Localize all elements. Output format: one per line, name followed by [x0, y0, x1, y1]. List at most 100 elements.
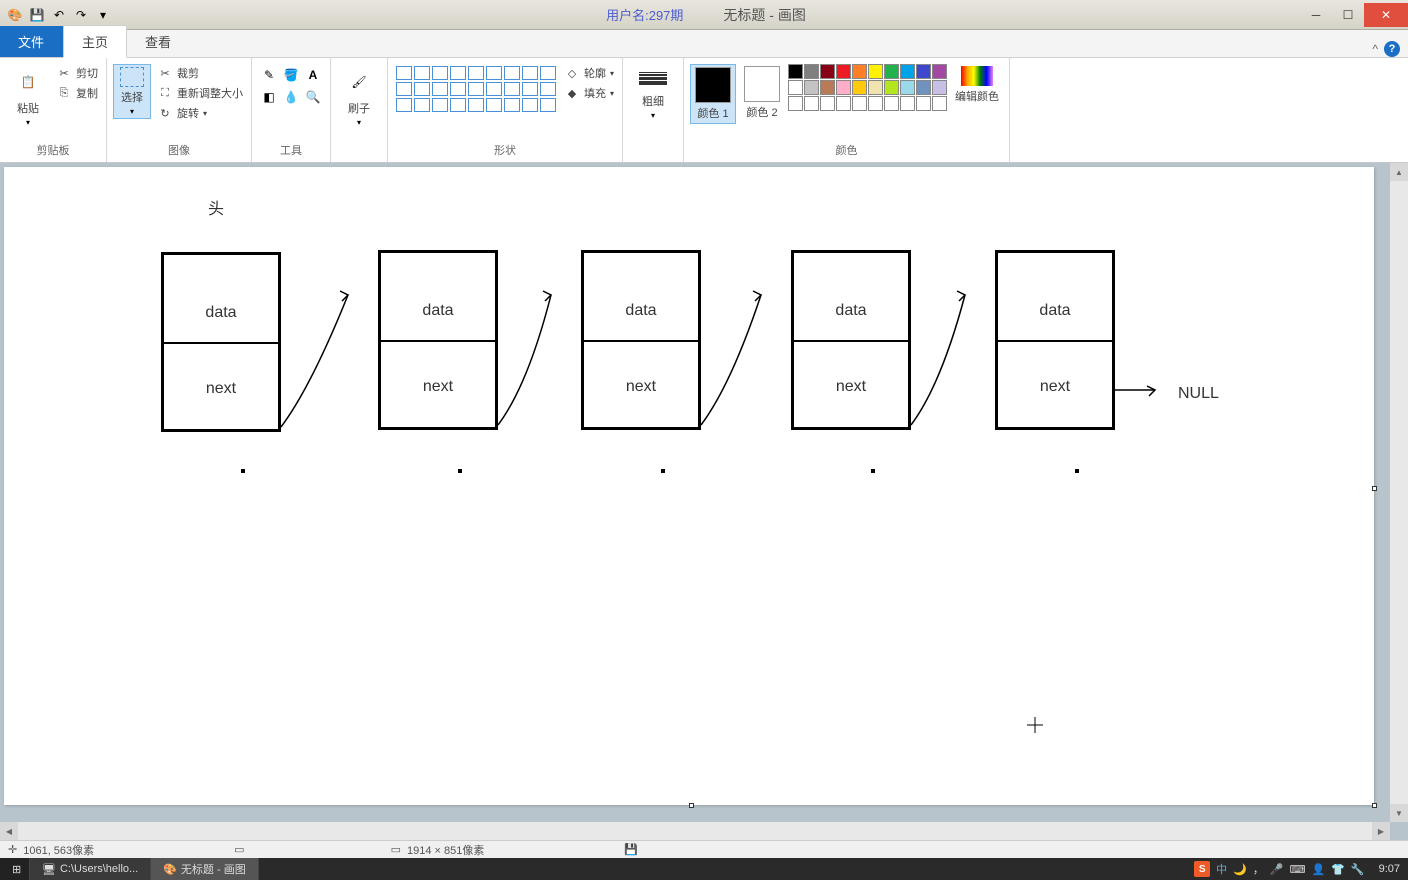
color-swatch[interactable]	[820, 64, 835, 79]
tray-comma-icon[interactable]: ，	[1253, 861, 1264, 877]
pencil-icon[interactable]: ✎	[260, 66, 278, 84]
color-swatch[interactable]	[932, 64, 947, 79]
tray-shirt-icon[interactable]: 👕	[1331, 863, 1345, 876]
taskbar-item-2[interactable]: 🎨 无标题 - 画图	[151, 858, 258, 880]
color-swatch[interactable]	[788, 96, 803, 111]
canvas-handle-bottom[interactable]	[689, 803, 694, 808]
select-button[interactable]: 选择 ▾	[113, 64, 151, 119]
color-swatch[interactable]	[900, 80, 915, 95]
scroll-down-icon[interactable]: ▼	[1390, 804, 1408, 822]
tray-keyboard-icon[interactable]: ⌨	[1290, 863, 1306, 876]
fill-icon[interactable]: 🪣	[282, 66, 300, 84]
close-button[interactable]: ✕	[1364, 3, 1408, 27]
text-icon[interactable]: A	[304, 66, 322, 84]
linked-list-node: data next	[581, 250, 701, 430]
color1-button[interactable]: 颜色 1	[690, 64, 736, 124]
collapse-ribbon-icon[interactable]: ^	[1372, 42, 1378, 56]
color-swatch[interactable]	[804, 64, 819, 79]
color-swatch[interactable]	[836, 80, 851, 95]
color-swatch[interactable]	[836, 96, 851, 111]
brush-label: 刷子	[348, 100, 370, 116]
redo-icon[interactable]: ↷	[72, 6, 90, 24]
color-swatch[interactable]	[804, 80, 819, 95]
color-swatch[interactable]	[788, 64, 803, 79]
color-swatch[interactable]	[916, 96, 931, 111]
color-swatch[interactable]	[868, 64, 883, 79]
zoom-icon[interactable]: 🔍	[304, 88, 322, 106]
scroll-right-icon[interactable]: ▶	[1372, 822, 1390, 840]
color-swatch[interactable]	[932, 80, 947, 95]
color-swatch[interactable]	[916, 80, 931, 95]
group-label-tools: 工具	[258, 140, 324, 162]
node-data-label: data	[381, 302, 495, 320]
shapes-gallery[interactable]	[394, 64, 558, 114]
eraser-icon[interactable]: ◧	[260, 88, 278, 106]
tray-moon-icon[interactable]: 🌙	[1233, 863, 1247, 876]
fill-shape-button[interactable]: ◆填充▾	[562, 84, 616, 102]
workspace: 头 NULL data next data next data next dat…	[0, 163, 1408, 840]
maximize-button[interactable]: ☐	[1332, 3, 1364, 27]
sogou-ime-icon[interactable]: S	[1194, 861, 1210, 877]
color-swatch[interactable]	[932, 96, 947, 111]
color-swatch[interactable]	[804, 96, 819, 111]
brush-button[interactable]: 🖌 刷子 ▾	[337, 64, 381, 129]
color-swatch[interactable]	[836, 64, 851, 79]
canvas[interactable]: 头 NULL data next data next data next dat…	[4, 167, 1374, 805]
color-swatch[interactable]	[916, 64, 931, 79]
edit-colors-button[interactable]: 编辑颜色	[951, 64, 1003, 106]
arrow	[4, 167, 304, 317]
color-swatch[interactable]	[852, 64, 867, 79]
help-icon[interactable]: ?	[1384, 41, 1400, 57]
scroll-left-icon[interactable]: ◀	[0, 822, 18, 840]
select-icon	[120, 67, 144, 87]
color2-button[interactable]: 颜色 2	[740, 64, 784, 122]
cut-button[interactable]: ✂剪切	[54, 64, 100, 82]
rotate-icon: ↻	[157, 105, 173, 121]
canvas-handle-corner[interactable]	[1372, 803, 1377, 808]
tab-file[interactable]: 文件	[0, 26, 63, 57]
color-swatch[interactable]	[788, 80, 803, 95]
color-swatch[interactable]	[884, 64, 899, 79]
start-button[interactable]: ⊞	[0, 858, 30, 880]
qat-dropdown-icon[interactable]: ▾	[94, 6, 112, 24]
color-swatch[interactable]	[868, 80, 883, 95]
scroll-up-icon[interactable]: ▲	[1390, 163, 1408, 181]
clock[interactable]: 9:07	[1379, 863, 1400, 875]
tray-mic-icon[interactable]: 🎤	[1270, 863, 1284, 876]
select-label: 选择	[121, 89, 143, 105]
crop-icon: ✂	[157, 65, 173, 81]
color-swatch[interactable]	[852, 96, 867, 111]
vertical-scrollbar[interactable]: ▲ ▼	[1390, 163, 1408, 822]
undo-icon[interactable]: ↶	[50, 6, 68, 24]
crop-button[interactable]: ✂裁剪	[155, 64, 245, 82]
tab-home[interactable]: 主页	[63, 25, 127, 58]
tab-view[interactable]: 查看	[127, 26, 190, 57]
paste-button[interactable]: 📋 粘贴 ▾	[6, 64, 50, 129]
horizontal-scrollbar[interactable]: ◀ ▶	[0, 822, 1390, 840]
tray-wrench-icon[interactable]: 🔧	[1351, 863, 1365, 876]
rotate-button[interactable]: ↻旋转▾	[155, 104, 245, 122]
ime-lang[interactable]: 中	[1216, 861, 1227, 877]
color-swatch[interactable]	[900, 96, 915, 111]
node-next-label: next	[998, 378, 1112, 396]
color-swatch[interactable]	[820, 80, 835, 95]
outline-button[interactable]: ◇轮廓▾	[562, 64, 616, 82]
color-swatch[interactable]	[868, 96, 883, 111]
color-swatch[interactable]	[884, 80, 899, 95]
minimize-button[interactable]: ─	[1300, 3, 1332, 27]
color-swatch[interactable]	[900, 64, 915, 79]
group-brush: 🖌 刷子 ▾	[331, 58, 388, 162]
picker-icon[interactable]: 💧	[282, 88, 300, 106]
taskbar-item-1[interactable]: 🖥 C:\Users\hello...	[30, 858, 151, 880]
color-palette[interactable]	[788, 64, 947, 111]
save-icon[interactable]: 💾	[28, 6, 46, 24]
resize-button[interactable]: ⛶重新调整大小	[155, 84, 245, 102]
copy-button[interactable]: ⎘复制	[54, 84, 100, 102]
color-swatch[interactable]	[884, 96, 899, 111]
dot	[871, 469, 875, 473]
color-swatch[interactable]	[852, 80, 867, 95]
tray-person-icon[interactable]: 👤	[1311, 863, 1325, 876]
color-swatch[interactable]	[820, 96, 835, 111]
canvas-handle-right[interactable]	[1372, 486, 1377, 491]
size-button[interactable]: 粗细 ▾	[629, 64, 677, 122]
